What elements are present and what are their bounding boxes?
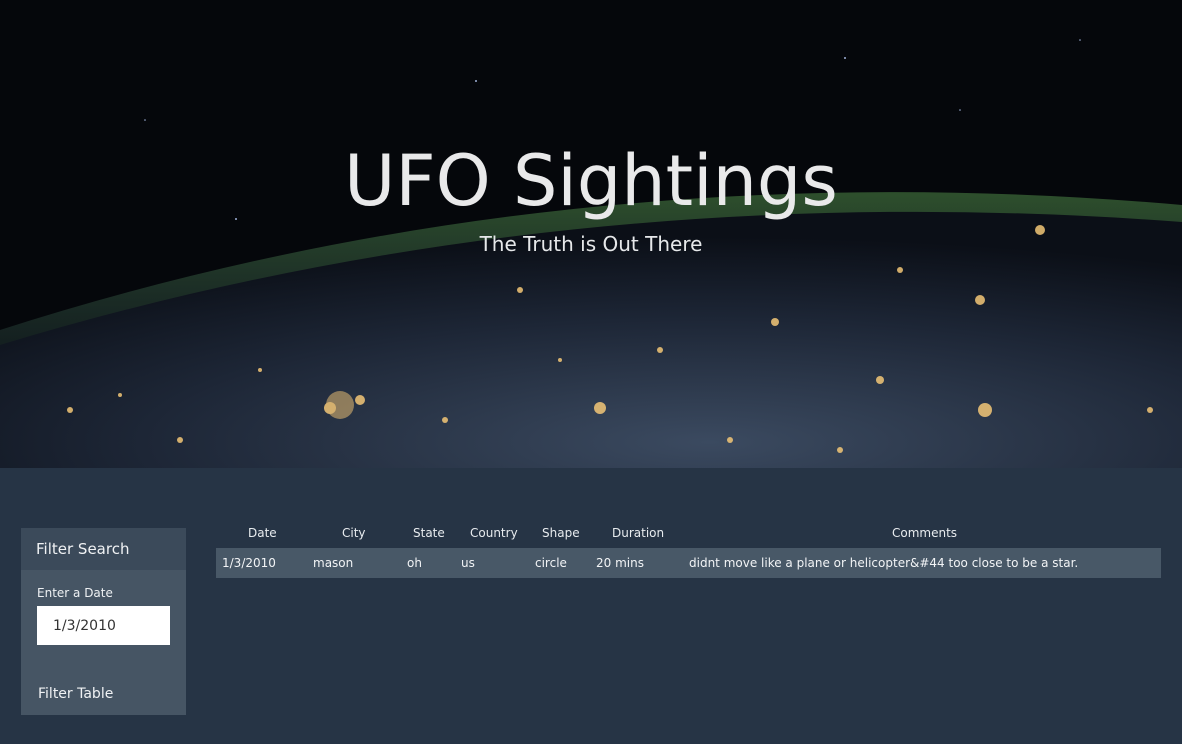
ufo-table: Date City State Country Shape Duration C… <box>216 520 1161 578</box>
cell-date: 1/3/2010 <box>222 556 276 570</box>
column-header-comments: Comments <box>892 526 958 540</box>
filter-panel: Filter Search Enter a Date Filter Table <box>21 528 186 715</box>
table-header: Date City State Country Shape Duration C… <box>216 520 1161 548</box>
cell-duration: 20 mins <box>596 556 644 570</box>
hero-banner: UFO Sightings The Truth is Out There <box>0 0 1182 468</box>
page-title: UFO Sightings <box>344 140 838 222</box>
date-input[interactable] <box>37 606 170 645</box>
filter-table-button[interactable]: Filter Table <box>38 686 113 702</box>
filter-panel-header: Filter Search <box>21 528 186 570</box>
page-subtitle: The Truth is Out There <box>479 232 703 256</box>
cell-country: us <box>461 556 475 570</box>
cell-state: oh <box>407 556 422 570</box>
column-header-country: Country <box>470 526 518 540</box>
cell-shape: circle <box>535 556 567 570</box>
column-header-shape: Shape <box>542 526 580 540</box>
column-header-date: Date <box>248 526 277 540</box>
cell-city: mason <box>313 556 354 570</box>
table-row: 1/3/2010 mason oh us circle 20 mins didn… <box>216 548 1161 578</box>
column-header-duration: Duration <box>612 526 665 540</box>
date-label: Enter a Date <box>37 586 113 600</box>
column-header-city: City <box>342 526 366 540</box>
column-header-state: State <box>413 526 445 540</box>
cell-comments: didnt move like a plane or helicopter&#4… <box>689 556 1079 570</box>
